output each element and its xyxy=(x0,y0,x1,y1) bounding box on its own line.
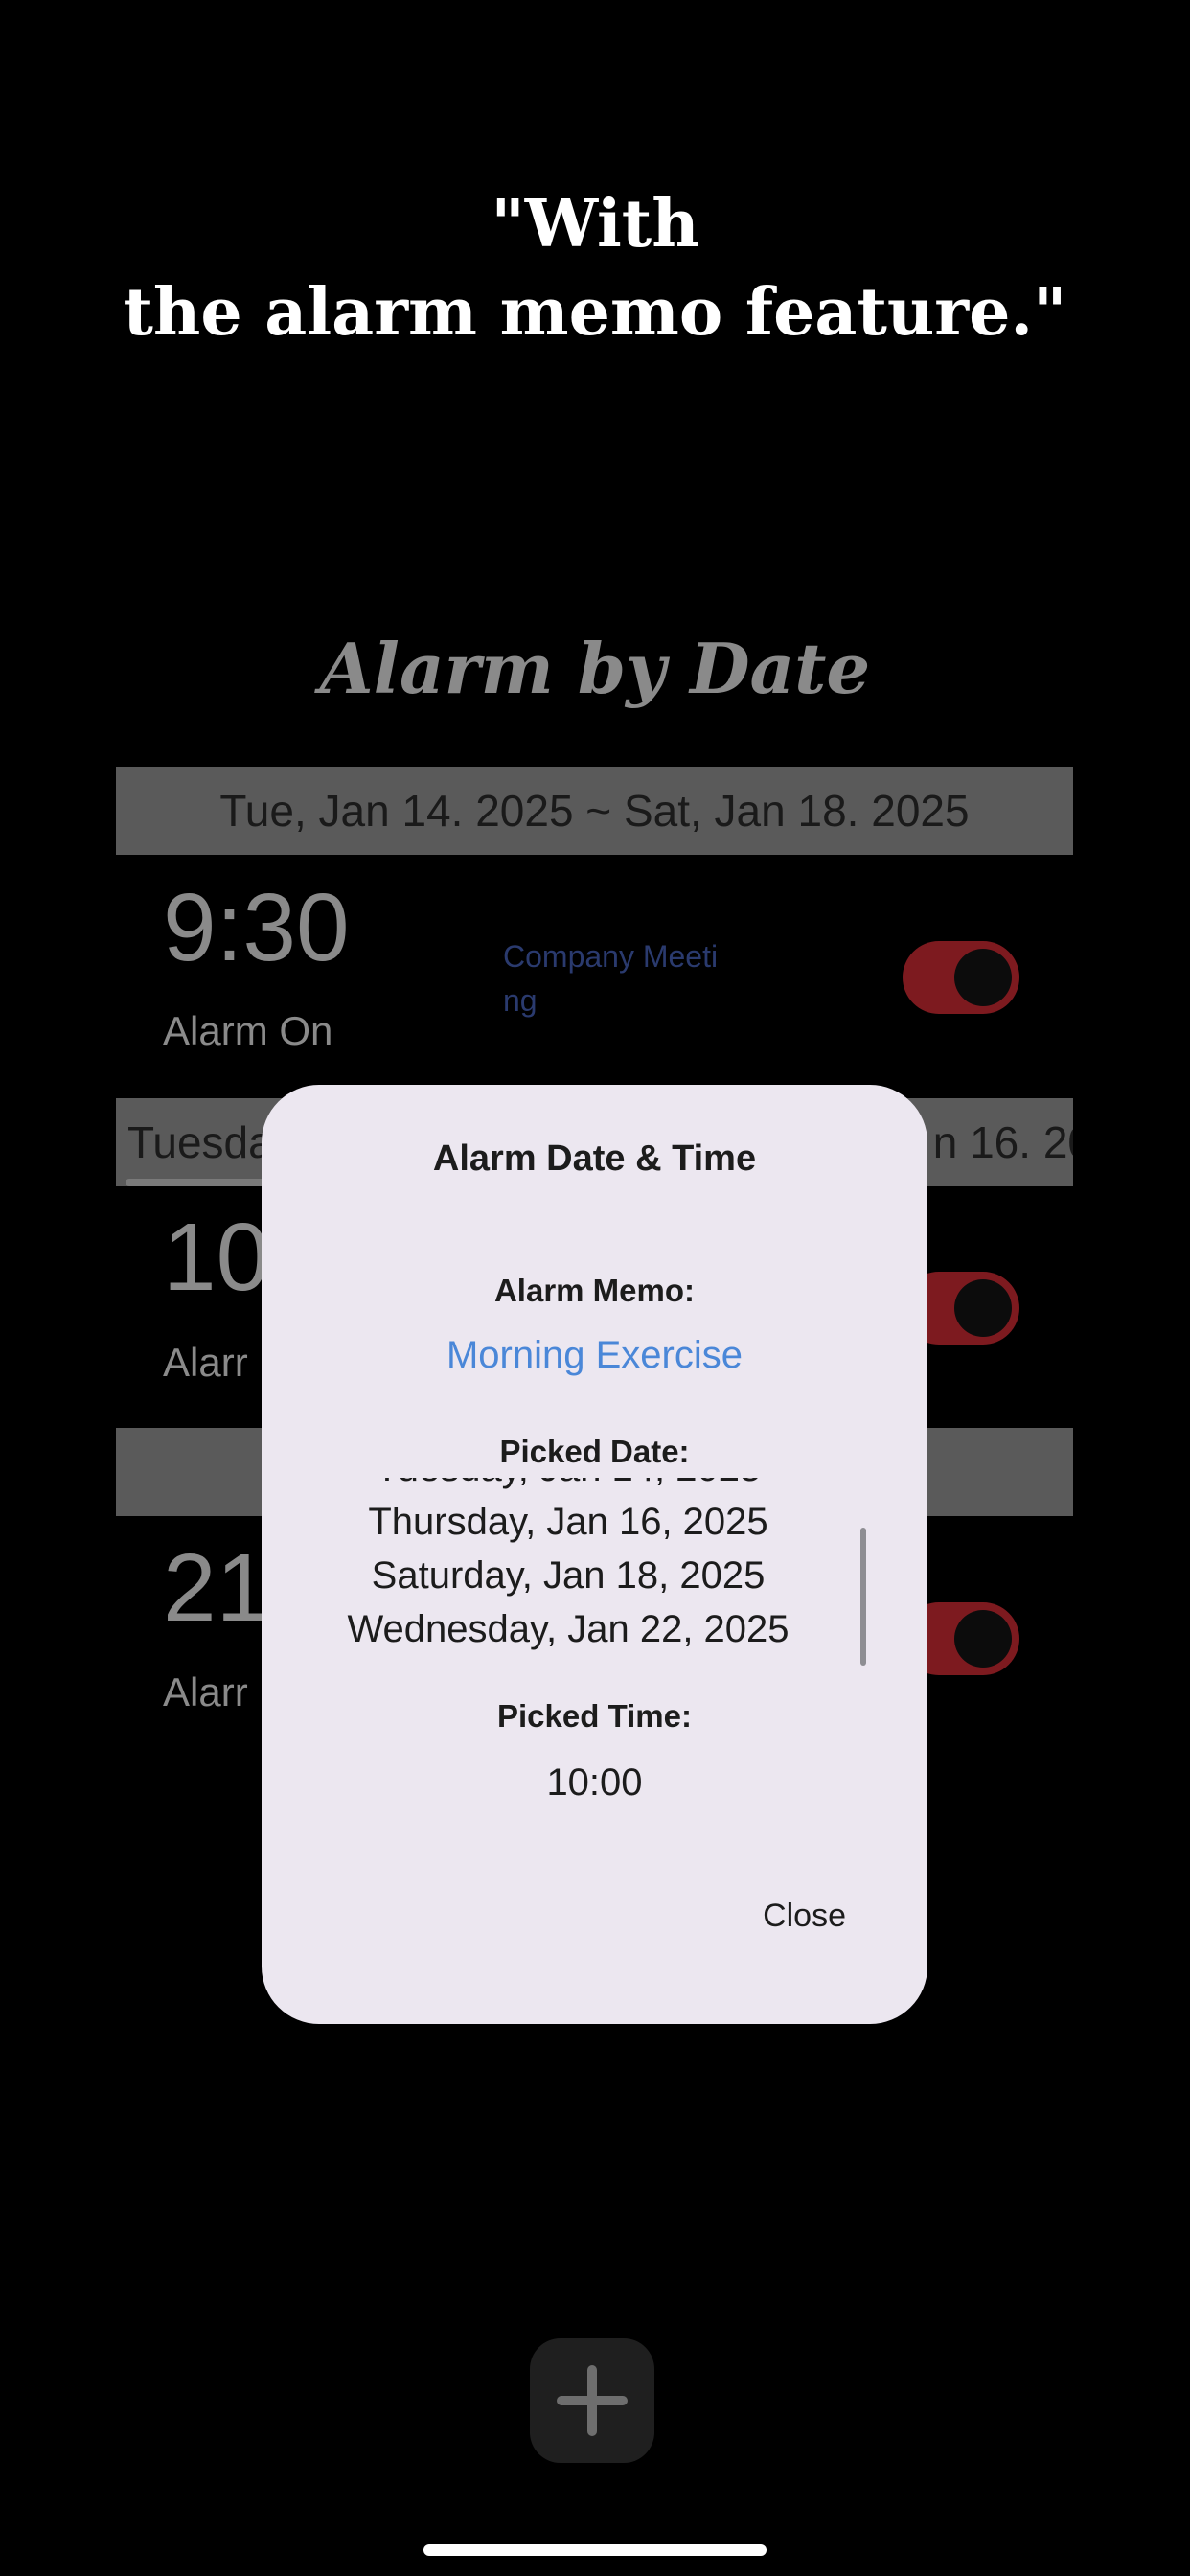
alarm-memo: Company Meeting xyxy=(503,939,719,1018)
alarm-date-header-left: Tuesda xyxy=(127,1117,273,1167)
alarm-detail-modal: Alarm Date & Time Alarm Memo: Morning Ex… xyxy=(262,1085,927,2024)
memo-label: Alarm Memo: xyxy=(493,1273,696,1308)
alarm-toggle[interactable] xyxy=(903,941,1019,1014)
alarm-status: Alarr xyxy=(163,1669,248,1714)
picked-time-label: Picked Time: xyxy=(497,1698,692,1734)
alarm-status: Alarm On xyxy=(163,1008,333,1053)
picked-dates-list[interactable]: Tuesday, Jan 14, 2025 Thursday, Jan 16, … xyxy=(300,1478,836,1662)
promo-headline-line1: "With xyxy=(491,186,699,263)
picked-date-item: Tuesday, Jan 14, 2025 xyxy=(300,1478,836,1495)
picked-date-item: Thursday, Jan 16, 2025 xyxy=(368,1501,768,1543)
close-button[interactable]: Close xyxy=(763,1898,846,1935)
alarm-time[interactable]: 21 xyxy=(163,1535,269,1641)
alarm-time[interactable]: 10 xyxy=(163,1205,269,1310)
alarm-date-range-header: Tue, Jan 14. 2025 ~ Sat, Jan 18. 2025 xyxy=(116,767,1073,855)
add-alarm-button[interactable] xyxy=(530,2338,654,2463)
picked-date-item: Wednesday, Jan 22, 2025 xyxy=(347,1608,790,1650)
picked-date-label: Picked Date: xyxy=(499,1434,690,1469)
memo-value: Morning Exercise xyxy=(446,1334,743,1376)
date-list-scrollbar[interactable] xyxy=(860,1528,866,1666)
modal-title: Alarm Date & Time xyxy=(432,1138,757,1179)
toggle-knob xyxy=(954,1279,1012,1337)
toggle-knob xyxy=(954,949,1012,1006)
alarm-time[interactable]: 9:30 xyxy=(163,875,350,980)
app-title: Alarm by Date xyxy=(319,628,871,709)
promo-headline-line2: the alarm memo feature." xyxy=(123,274,1067,351)
promo-headline: "With the alarm memo feature." xyxy=(0,180,1190,356)
picked-time-value: 10:00 xyxy=(546,1761,643,1804)
alarm-status: Alarr xyxy=(163,1340,248,1385)
home-indicator xyxy=(423,2544,767,2556)
picked-date-item: Saturday, Jan 18, 2025 xyxy=(371,1554,766,1597)
alarm-date-header-right: n 16. 20 xyxy=(932,1117,1073,1167)
toggle-knob xyxy=(954,1610,1012,1668)
